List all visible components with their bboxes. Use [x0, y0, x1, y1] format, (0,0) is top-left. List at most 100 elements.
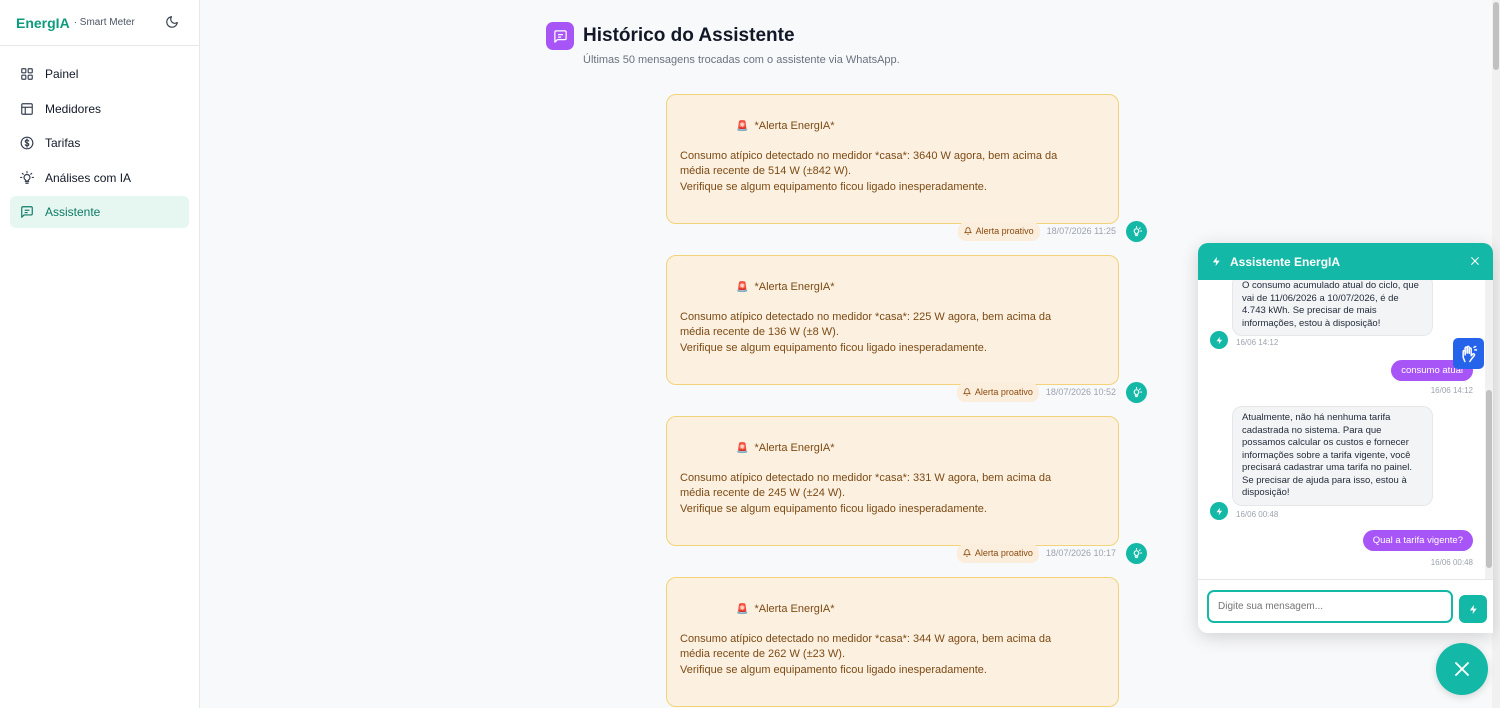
- message-time: 18/07/2026 10:52: [1045, 386, 1116, 397]
- bolt-icon: [1469, 604, 1477, 614]
- message-meta: Alerta proativo 18/07/2026 10:17: [956, 543, 1116, 563]
- bolt-icon: [1216, 336, 1222, 344]
- user-message: Qual a tarifa vigente?: [1362, 530, 1473, 551]
- chat-toggle-button[interactable]: [1436, 643, 1488, 695]
- alert-message: 🚨 *Alerta EnergIA* Consumo atípico detect…: [666, 94, 1119, 241]
- lightbulb-icon: [1133, 548, 1142, 559]
- alert-line: Consumo atípico detectado no medidor *ca…: [680, 310, 1052, 323]
- siren-icon: 🚨: [736, 282, 749, 293]
- alert-message: 🚨 *Alerta EnergIA* Consumo atípico detect…: [666, 577, 1119, 707]
- alert-title: 🚨 *Alerta EnergIA*: [680, 441, 1105, 457]
- alert-line: Verifique se algum equipamento ficou lig…: [680, 341, 987, 354]
- alert-line: Consumo atípico detectado no medidor *ca…: [680, 149, 1058, 162]
- alert-line: Verifique se algum equipamento ficou lig…: [680, 180, 987, 193]
- sidebar-item-label: Medidores: [45, 101, 102, 116]
- brand-name[interactable]: EnergIA: [16, 15, 70, 31]
- badge-label: Alerta proativo: [974, 386, 1033, 397]
- sidebar-item-tarifas[interactable]: Tarifas: [10, 127, 189, 159]
- dollar-circle-icon: [20, 136, 34, 150]
- badge-label: Alerta proativo: [974, 547, 1033, 558]
- alert-title: 🚨 *Alerta EnergIA*: [680, 119, 1105, 135]
- sidebar-item-label: Painel: [45, 67, 79, 81]
- chat-messages[interactable]: O consumo acumulado atual do ciclo, que …: [1198, 280, 1485, 579]
- lightbulb-icon: [1133, 226, 1142, 237]
- alert-line: Verifique se algum equipamento ficou lig…: [680, 663, 987, 676]
- alert-line: média recente de 262 W (±23 W).: [680, 648, 845, 660]
- chat-scrollbar[interactable]: [1485, 280, 1493, 579]
- alert-title-text: *Alerta EnergIA*: [754, 442, 835, 454]
- chat-footer: [1198, 579, 1493, 633]
- alert-title-text: *Alerta EnergIA*: [754, 120, 835, 132]
- bot-avatar: [1210, 502, 1228, 520]
- sidebar-item-medidores[interactable]: Medidores: [10, 93, 189, 125]
- brand-subtitle: · Smart Meter: [73, 17, 135, 28]
- bolt-icon: [1212, 256, 1220, 267]
- alert-line: média recente de 245 W (±24 W).: [680, 487, 845, 499]
- sidebar-item-painel[interactable]: Painel: [10, 58, 189, 90]
- message-time: 18/07/2026 11:25: [1046, 225, 1116, 236]
- proactive-badge: Alerta proativo: [956, 382, 1039, 402]
- alert-message: 🚨 *Alerta EnergIA* Consumo atípico detect…: [666, 255, 1119, 402]
- alert-title-text: *Alerta EnergIA*: [754, 603, 835, 615]
- alert-title: 🚨 *Alerta EnergIA*: [680, 280, 1105, 296]
- grid-icon: [21, 68, 33, 80]
- bot-avatar: [1126, 543, 1147, 564]
- moon-icon[interactable]: [165, 15, 179, 29]
- message-time: 16/06 14:12: [1236, 338, 1279, 347]
- chat-scrollbar-thumb[interactable]: [1486, 390, 1492, 568]
- bolt-icon: [1216, 507, 1222, 515]
- siren-icon: 🚨: [736, 443, 749, 454]
- sidebar-nav: Painel Medidores Tarifas Análises com IA…: [0, 46, 199, 243]
- bot-avatar: [1210, 331, 1228, 349]
- siren-icon: 🚨: [736, 121, 749, 132]
- sidebar-item-label: Análises com IA: [45, 170, 132, 185]
- siren-icon: 🚨: [736, 604, 749, 615]
- message-time: 18/07/2026 10:17: [1045, 547, 1116, 558]
- page-subtitle: Últimas 50 mensagens trocadas com o assi…: [583, 54, 900, 66]
- page-title: Histórico do Assistente: [583, 25, 795, 46]
- brand: EnergIA · Smart Meter: [0, 0, 199, 46]
- lightbulb-icon: [1133, 387, 1142, 398]
- alert-line: média recente de 514 W (±842 W).: [680, 165, 852, 177]
- message-time: 16/06 00:48: [1430, 558, 1473, 567]
- alert-line: Consumo atípico detectado no medidor *ca…: [680, 632, 1052, 645]
- proactive-badge: Alerta proativo: [957, 221, 1040, 241]
- send-button[interactable]: [1459, 595, 1487, 623]
- sidebar-item-analises[interactable]: Análises com IA: [10, 162, 189, 194]
- bot-message: O consumo acumulado atual do ciclo, que …: [1232, 280, 1433, 336]
- bot-avatar: [1126, 221, 1147, 242]
- chat-title: Assistente EnergIA: [1230, 254, 1341, 269]
- accessibility-hands-icon[interactable]: [1453, 338, 1484, 369]
- alert-title-text: *Alerta EnergIA*: [754, 281, 835, 293]
- table-icon: [21, 102, 33, 115]
- sidebar-item-label: Tarifas: [45, 136, 81, 150]
- bell-icon: [963, 227, 972, 235]
- chat-message-input[interactable]: [1207, 590, 1453, 623]
- bell-icon: [962, 388, 971, 396]
- message-meta: Alerta proativo 18/07/2026 11:25: [957, 221, 1116, 241]
- alert-line: Verifique se algum equipamento ficou lig…: [680, 502, 987, 515]
- alert-line: média recente de 136 W (±8 W).: [680, 326, 839, 338]
- sidebar-item-label: Assistente: [45, 205, 101, 219]
- alert-message: 🚨 *Alerta EnergIA* Consumo atípico detect…: [666, 416, 1119, 563]
- close-icon: [1455, 662, 1469, 676]
- page-scrollbar-thumb[interactable]: [1493, 2, 1499, 70]
- lightbulb-icon: [20, 170, 34, 184]
- sidebar: EnergIA · Smart Meter Painel Medidores T…: [0, 0, 200, 708]
- bot-message: Atualmente, não há nenhuma tarifa cadast…: [1232, 406, 1433, 506]
- chat-icon: [546, 22, 574, 50]
- sidebar-item-assistente[interactable]: Assistente: [10, 196, 189, 228]
- message-time: 16/06 14:12: [1430, 386, 1473, 395]
- alert-line: Consumo atípico detectado no medidor *ca…: [680, 471, 1052, 484]
- proactive-badge: Alerta proativo: [956, 543, 1039, 563]
- alert-title: 🚨 *Alerta EnergIA*: [680, 602, 1105, 618]
- badge-label: Alerta proativo: [975, 225, 1034, 236]
- bot-avatar: [1126, 382, 1147, 403]
- page-scrollbar[interactable]: [1492, 0, 1500, 708]
- chat-widget: Assistente EnergIA O consumo acumulado a…: [1198, 243, 1493, 633]
- close-icon[interactable]: [1470, 256, 1480, 266]
- chat-icon: [21, 206, 33, 218]
- message-meta: Alerta proativo 18/07/2026 10:52: [956, 382, 1116, 402]
- chat-header: Assistente EnergIA: [1198, 243, 1493, 280]
- bell-icon: [962, 549, 971, 557]
